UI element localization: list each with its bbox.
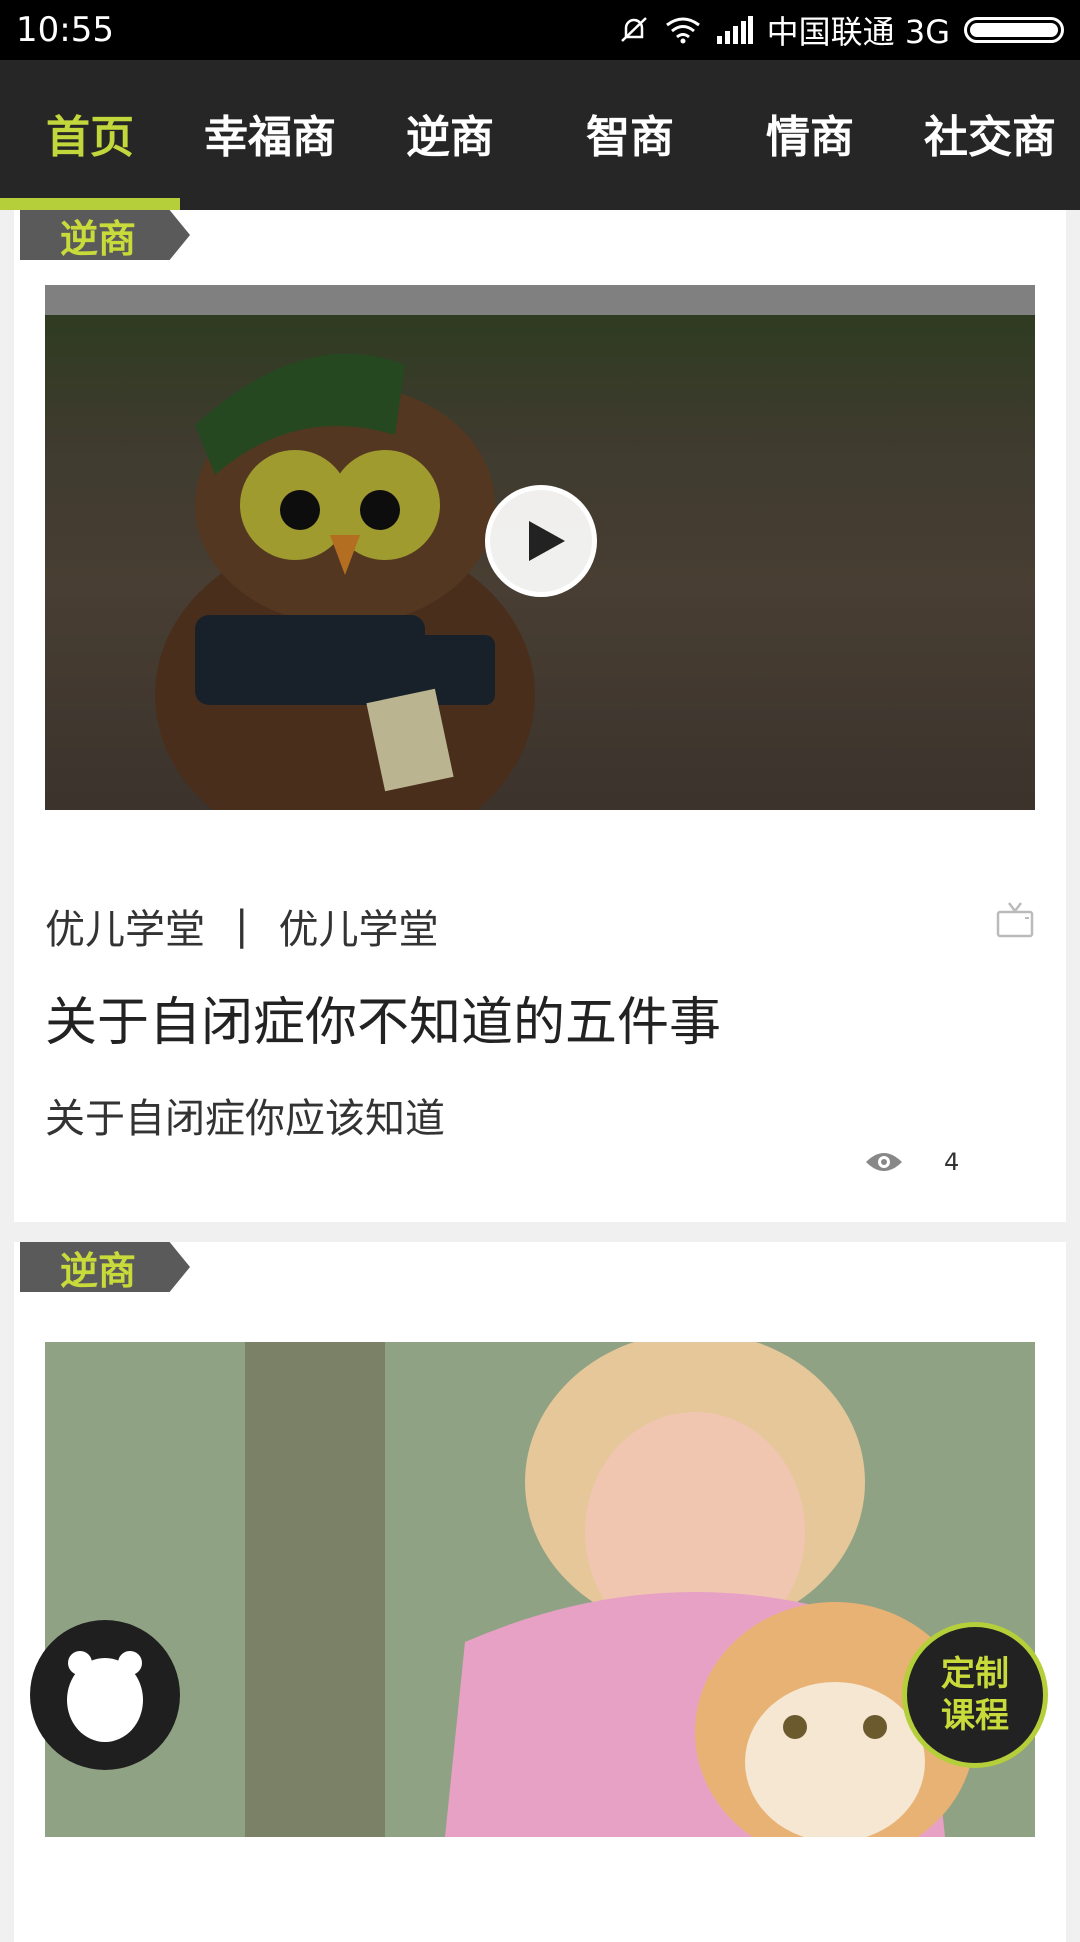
article-title[interactable]: 关于自闭症你不知道的五件事 <box>45 980 1035 1055</box>
signal-icon <box>716 16 753 44</box>
status-time: 10:55 <box>16 10 114 50</box>
wifi-icon <box>665 17 700 44</box>
feed-card[interactable]: 逆商 优儿学堂 | 优儿学堂 关于自闭症你不知道的五件事 关于自闭症你应该知道 … <box>14 210 1066 1222</box>
girl-kitten-photo <box>45 1342 1035 1837</box>
play-button[interactable] <box>485 485 597 597</box>
view-count: 4 <box>864 1148 959 1176</box>
tab-iq[interactable]: 智商 <box>540 60 720 206</box>
play-icon <box>529 521 565 561</box>
tab-social[interactable]: 社交商 <box>900 60 1080 206</box>
source-name[interactable]: 优儿学堂 <box>45 897 205 955</box>
tab-home[interactable]: 首页 <box>0 60 180 206</box>
mute-icon <box>620 17 647 42</box>
view-count-value: 4 <box>944 1148 960 1176</box>
tab-adversity[interactable]: 逆商 <box>360 60 540 206</box>
custom-course-button[interactable]: 定制 课程 <box>902 1622 1048 1768</box>
carrier-label: 中国联通 3G <box>766 13 950 51</box>
custom-course-label: 定制 课程 <box>941 1654 1009 1736</box>
active-tab-indicator <box>0 198 180 210</box>
feed-card[interactable]: 逆商 <box>14 1242 1066 1942</box>
mascot-button[interactable] <box>30 1620 180 1770</box>
category-tag: 逆商 <box>20 210 190 260</box>
tv-icon <box>996 902 1034 938</box>
eye-icon <box>866 1153 902 1171</box>
video-thumbnail[interactable] <box>45 285 1035 810</box>
bear-icon <box>67 1651 143 1742</box>
category-nav: 首页 幸福商 逆商 智商 情商 社交商 <box>0 60 1080 210</box>
author-name[interactable]: 优儿学堂 <box>278 897 438 955</box>
article-thumbnail[interactable] <box>45 1342 1035 1837</box>
category-tag: 逆商 <box>20 1242 190 1292</box>
status-icons: 中国联通 3G <box>617 7 1064 53</box>
source-separator: | <box>235 903 249 949</box>
battery-icon <box>964 17 1064 43</box>
tab-happiness[interactable]: 幸福商 <box>180 60 360 206</box>
article-subtitle: 关于自闭症你应该知道 <box>45 1096 445 1142</box>
tab-eq[interactable]: 情商 <box>720 60 900 206</box>
source-row: 优儿学堂 | 优儿学堂 <box>45 896 1035 956</box>
status-bar: 10:55 中国联通 3G <box>0 0 1080 60</box>
